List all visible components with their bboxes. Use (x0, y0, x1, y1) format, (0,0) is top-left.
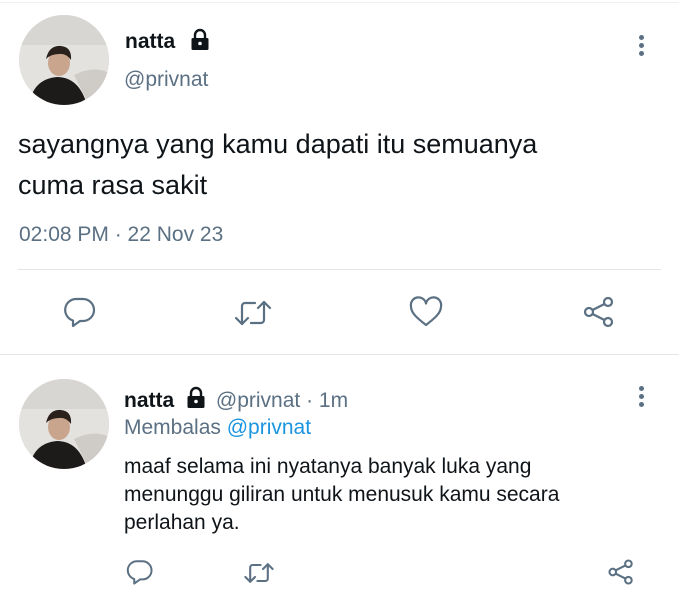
retweet-icon[interactable] (243, 560, 275, 586)
like-icon[interactable] (408, 296, 444, 328)
tweet-text: sayangnya yang kamu dapati itu semuanya … (18, 124, 537, 206)
reply-text-line-2: menunggu giliran untuk menusuk kamu seca… (124, 483, 560, 506)
avatar[interactable] (19, 15, 109, 105)
author-handle[interactable]: @privnat (124, 68, 208, 92)
reply-header: natta @privnat · 1m (124, 386, 348, 413)
reply-text-line-1: maaf selama ini nyatanya banyak luka yan… (124, 455, 532, 478)
author-name[interactable]: natta (124, 389, 174, 412)
reply-text: maaf selama ini nyatanya banyak luka yan… (124, 453, 559, 537)
replying-to: Membalas @privnat (124, 416, 311, 440)
author-handle[interactable]: @privnat (216, 389, 300, 412)
reply-tweet[interactable]: natta @privnat · 1m Membalas @privnat ma… (0, 355, 679, 600)
lock-icon (184, 386, 208, 410)
tweet-text-line-2: cuma rasa sakit (18, 170, 208, 200)
tweet-text-line-1: sayangnya yang kamu dapati itu semuanya (18, 129, 538, 159)
tweet-timestamp[interactable]: 02:08 PM · 22 Nov 23 (19, 223, 223, 247)
meta-separator: · (306, 389, 314, 412)
main-tweet: natta @privnat sayangnya yang kamu dapat… (0, 0, 679, 355)
replying-to-label: Membalas (124, 416, 221, 439)
reply-icon[interactable] (126, 558, 154, 586)
author-name[interactable]: natta (125, 30, 175, 54)
share-icon[interactable] (607, 558, 635, 586)
reply-text-line-3: perlahan ya. (124, 511, 240, 534)
more-vertical-icon[interactable] (636, 386, 646, 414)
avatar[interactable] (19, 379, 109, 469)
tweet-divider (18, 269, 661, 270)
share-icon[interactable] (582, 295, 616, 329)
replying-to-handle[interactable]: @privnat (227, 416, 311, 439)
lock-icon (188, 28, 212, 52)
time-ago[interactable]: 1m (319, 389, 348, 412)
reply-icon[interactable] (63, 295, 97, 329)
more-vertical-icon[interactable] (636, 35, 646, 63)
retweet-icon[interactable] (233, 297, 273, 329)
